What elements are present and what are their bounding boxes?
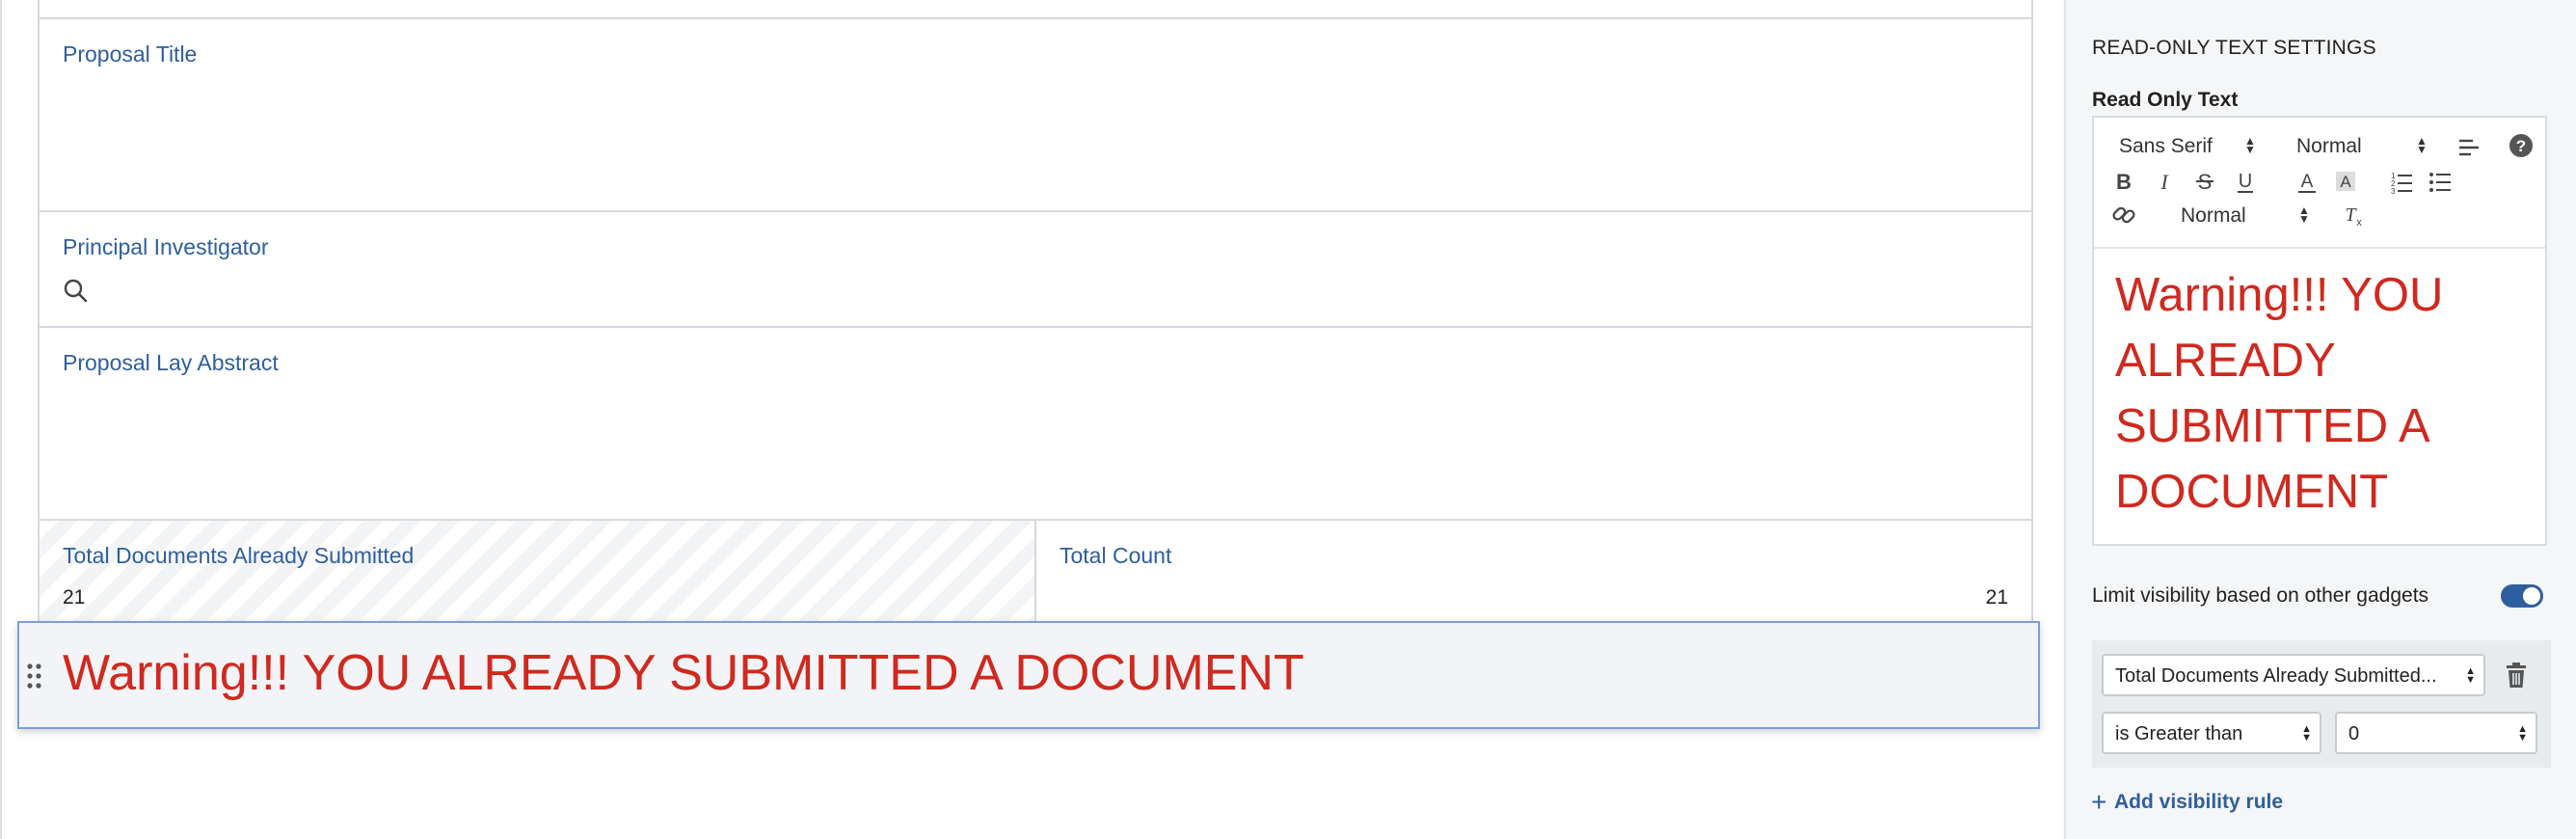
bullet-list-icon[interactable] <box>2428 169 2453 194</box>
proposal-title-label: Proposal Title <box>63 41 198 67</box>
visibility-toggle[interactable] <box>2501 584 2543 608</box>
trash-icon[interactable] <box>2505 662 2528 689</box>
svg-text:x: x <box>2356 217 2362 228</box>
proposal-title-field[interactable]: Proposal Title <box>38 17 2033 212</box>
heading-select[interactable]: Normal ▲ ▼ <box>2181 204 2316 228</box>
panel-heading: READ-ONLY TEXT SETTINGS <box>2092 37 2376 59</box>
font-size-value: Normal <box>2296 135 2362 157</box>
font-size-select[interactable]: Normal ▲ ▼ <box>2296 135 2431 158</box>
plus-icon: + <box>2091 787 2107 817</box>
settings-panel: READ-ONLY TEXT SETTINGS Read Only Text S… <box>2064 0 2576 839</box>
editor-toolbar: Sans Serif ▲ ▼ Normal ▲ ▼ ? B I S U A A … <box>2094 118 2545 249</box>
editor-line: SUBMITTED A <box>2115 400 2430 452</box>
form-field-top-partial[interactable] <box>38 0 2033 19</box>
form-canvas: Proposal Title Principal Investigator Pr… <box>0 0 2063 839</box>
principal-investigator-field[interactable]: Principal Investigator <box>38 210 2033 328</box>
total-documents-field[interactable]: Total Documents Already Submitted 21 <box>38 519 1036 623</box>
font-family-select[interactable]: Sans Serif ▲ ▼ <box>2119 134 2256 158</box>
svg-text:U: U <box>2239 171 2252 192</box>
text-color-icon[interactable]: A <box>2294 169 2320 194</box>
italic-icon[interactable]: I <box>2152 169 2177 194</box>
font-family-value: Sans Serif <box>2119 135 2213 157</box>
strikethrough-icon[interactable]: S <box>2192 169 2217 194</box>
rule-field-value: Total Documents Already Submitted... <box>2115 665 2437 687</box>
select-arrows-icon: ▲ ▼ <box>2465 665 2476 686</box>
rule-value-text: 0 <box>2348 723 2360 744</box>
total-documents-value: 21 <box>63 586 86 609</box>
link-icon[interactable] <box>2111 203 2136 228</box>
bold-icon[interactable]: B <box>2111 169 2136 194</box>
rule-operator-value: is Greater than <box>2115 723 2243 744</box>
select-arrows-icon: ▲ ▼ <box>2301 723 2312 744</box>
editor-line: Warning!!! YOU <box>2115 269 2444 321</box>
principal-investigator-label: Principal Investigator <box>63 234 269 259</box>
underline-icon[interactable]: U <box>2233 169 2258 194</box>
select-arrows-icon: ▲ ▼ <box>2416 134 2428 156</box>
clear-format-icon[interactable]: T x <box>2341 203 2366 228</box>
proposal-lay-abstract-field[interactable]: Proposal Lay Abstract <box>38 326 2033 521</box>
total-documents-label: Total Documents Already Submitted <box>63 543 415 568</box>
rule-value-input[interactable]: 0 ▲ ▼ <box>2335 712 2537 754</box>
svg-text:B: B <box>2116 170 2132 194</box>
help-icon[interactable]: ? <box>2509 133 2534 158</box>
search-icon[interactable] <box>63 278 88 303</box>
svg-text:A: A <box>2340 173 2351 191</box>
svg-text:3: 3 <box>2391 187 2396 194</box>
svg-text:?: ? <box>2516 137 2526 155</box>
stepper-icon[interactable]: ▲ ▼ <box>2517 724 2528 744</box>
readonly-stripes <box>40 521 1034 621</box>
editor-line: ALREADY <box>2115 335 2336 387</box>
heading-value: Normal <box>2181 204 2246 227</box>
total-count-field[interactable]: Total Count 21 <box>1034 519 2033 623</box>
editor-label: Read Only Text <box>2092 89 2239 111</box>
background-color-icon[interactable]: A <box>2333 169 2358 194</box>
total-count-label: Total Count <box>1060 543 1172 568</box>
rule-field-select[interactable]: Total Documents Already Submitted... ▲ ▼ <box>2102 654 2485 696</box>
svg-text:I: I <box>2160 170 2169 194</box>
total-count-value: 21 <box>1985 586 2008 609</box>
proposal-lay-abstract-label: Proposal Lay Abstract <box>63 350 279 375</box>
drag-handle-icon[interactable] <box>25 662 44 690</box>
toggle-knob <box>2523 587 2540 605</box>
ordered-list-icon[interactable]: 1 2 3 <box>2389 169 2414 194</box>
add-rule-label: Add visibility rule <box>2114 791 2284 813</box>
select-arrows-icon: ▲ ▼ <box>2244 134 2256 156</box>
warning-text: Warning!!! YOU ALREADY SUBMITTED A DOCUM… <box>63 645 1304 701</box>
readonly-text-block-selected[interactable]: Warning!!! YOU ALREADY SUBMITTED A DOCUM… <box>17 621 2040 729</box>
svg-text:A: A <box>2301 172 2314 192</box>
visibility-label: Limit visibility based on other gadgets <box>2092 584 2429 607</box>
visibility-rule: Total Documents Already Submitted... ▲ ▼ … <box>2092 640 2551 768</box>
editor-line: DOCUMENT <box>2115 466 2389 518</box>
select-arrows-icon: ▲ ▼ <box>2298 203 2310 226</box>
add-visibility-rule-button[interactable]: + Add visibility rule <box>2091 787 2284 817</box>
rule-operator-select[interactable]: is Greater than ▲ ▼ <box>2102 712 2321 754</box>
rich-text-editor: Sans Serif ▲ ▼ Normal ▲ ▼ ? B I S U A A … <box>2092 116 2547 546</box>
editor-content[interactable]: Warning!!! YOU ALREADY SUBMITTED A DOCUM… <box>2115 262 2532 525</box>
align-icon[interactable] <box>2456 135 2482 160</box>
